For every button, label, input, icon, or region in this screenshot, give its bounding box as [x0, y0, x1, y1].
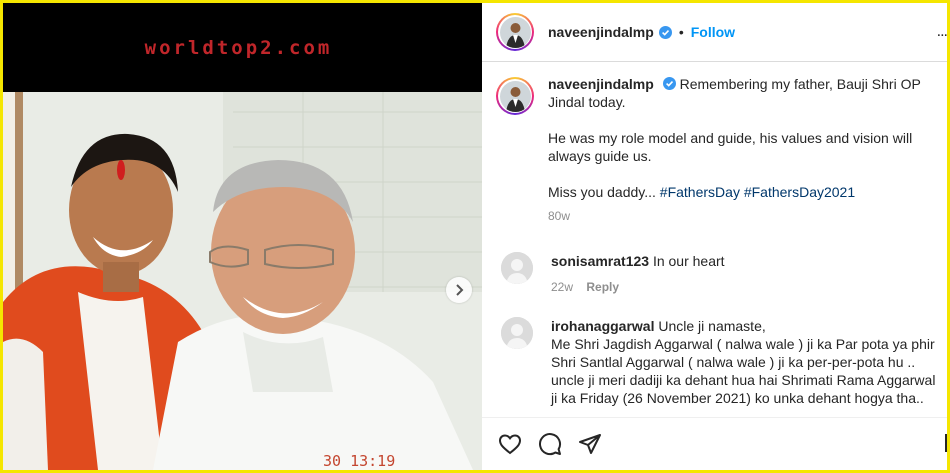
heart-icon[interactable]: [498, 432, 522, 456]
comment-username[interactable]: sonisamrat123: [551, 253, 649, 269]
chevron-right-icon: [456, 284, 464, 296]
avatar-image: [499, 16, 531, 48]
header-username[interactable]: naveenjindalmp: [548, 24, 654, 40]
default-avatar-icon: [501, 252, 533, 284]
follow-button[interactable]: Follow: [691, 24, 735, 40]
caption-body: naveenjindalmp Remembering my father, Ba…: [548, 75, 946, 225]
comment-item: sonisamrat123 In our heart 22w Reply: [501, 252, 941, 296]
commenter-avatar[interactable]: [501, 252, 533, 284]
verified-badge-icon: [658, 25, 672, 39]
comment-text: In our heart: [652, 253, 725, 269]
reply-button[interactable]: Reply: [586, 280, 619, 294]
post-actions-bar: [482, 417, 947, 470]
comment-body: irohanaggarwal Uncle ji namaste, Me Shri…: [551, 317, 941, 407]
caption-username[interactable]: naveenjindalmp: [548, 76, 654, 92]
comment-bubble-icon[interactable]: [538, 432, 562, 456]
avatar-image: [499, 80, 531, 112]
caption-line-3: Miss you daddy...: [548, 184, 656, 200]
post-side-panel: naveenjindalmp • Follow ... naveenjindal…: [482, 3, 947, 470]
next-slide-button[interactable]: [446, 277, 472, 303]
comment-body: sonisamrat123 In our heart 22w Reply: [551, 252, 941, 296]
default-avatar-icon: [501, 317, 533, 349]
header-avatar[interactable]: [496, 13, 534, 51]
comment-age: 22w: [551, 280, 574, 294]
watermark-text: worldtop2.com: [144, 36, 333, 59]
separator-dot: •: [678, 24, 684, 40]
paper-plane-icon[interactable]: [578, 432, 602, 456]
caption-avatar[interactable]: [496, 77, 534, 115]
post-header: naveenjindalmp • Follow ...: [482, 3, 947, 62]
comment-username[interactable]: irohanaggarwal: [551, 318, 654, 334]
comment-meta: 22w Reply: [551, 278, 941, 296]
verified-badge-icon: [662, 77, 676, 90]
hashtag-link[interactable]: #FathersDay: [660, 184, 740, 200]
caption-line-2: He was my role model and guide, his valu…: [548, 130, 913, 164]
more-options-icon[interactable]: ...: [937, 23, 947, 41]
post-photo: [3, 92, 482, 470]
photo-date-stamp: 30 13:19: [323, 452, 396, 470]
comments-section[interactable]: naveenjindalmp Remembering my father, Ba…: [482, 63, 947, 417]
comment-item: irohanaggarwal Uncle ji namaste, Me Shri…: [501, 317, 941, 407]
hashtag-link[interactable]: #FathersDay2021: [744, 184, 855, 200]
post-media: worldtop2.com 30 13:19: [3, 3, 482, 470]
commenter-avatar[interactable]: [501, 317, 533, 349]
watermark-banner: worldtop2.com: [3, 3, 482, 92]
caption-age: 80w: [548, 209, 571, 223]
post-caption: naveenjindalmp Remembering my father, Ba…: [496, 75, 946, 225]
scrollbar-thumb[interactable]: [945, 434, 947, 452]
instagram-post-frame: worldtop2.com 30 13:19 naveenjindalmp • …: [3, 3, 947, 470]
